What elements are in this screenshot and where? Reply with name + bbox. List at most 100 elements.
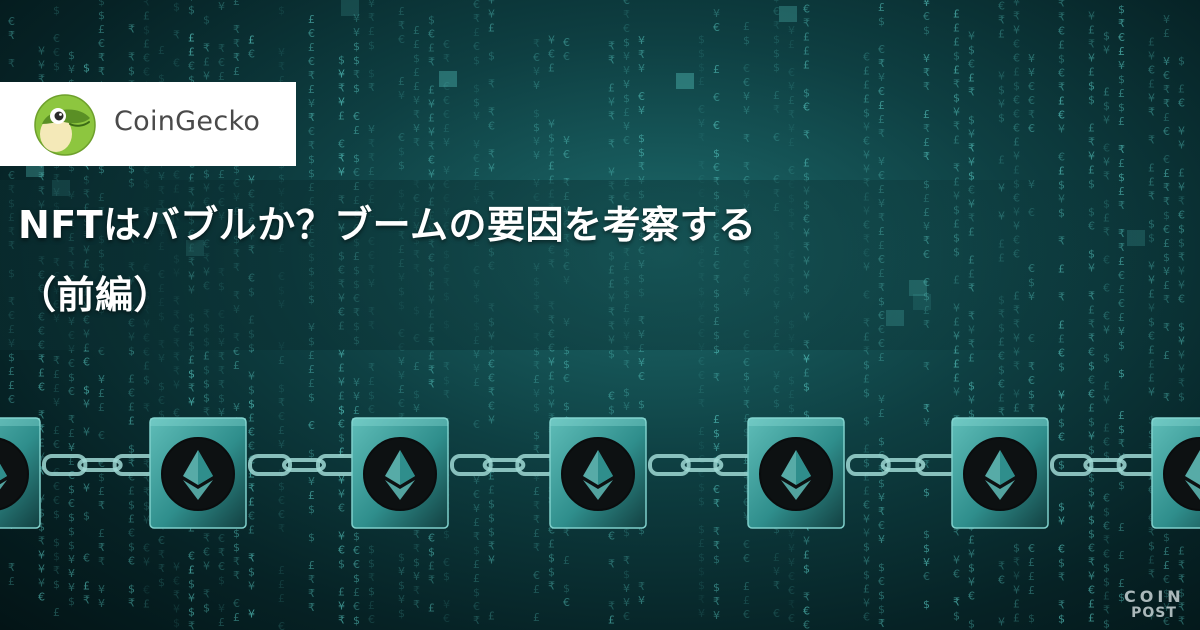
svg-text:$: $ bbox=[1118, 73, 1125, 86]
svg-text:₹: ₹ bbox=[203, 41, 210, 54]
svg-text:£: £ bbox=[83, 579, 90, 592]
svg-text:€: € bbox=[173, 575, 180, 588]
svg-text:₹: ₹ bbox=[953, 595, 960, 608]
svg-text:£: £ bbox=[308, 377, 315, 390]
svg-text:£: £ bbox=[188, 45, 195, 58]
svg-text:$: $ bbox=[68, 595, 75, 608]
svg-text:€: € bbox=[188, 59, 195, 72]
svg-text:₹: ₹ bbox=[428, 364, 435, 377]
svg-text:¥: ¥ bbox=[473, 362, 480, 375]
svg-text:€: € bbox=[473, 600, 480, 613]
svg-text:₹: ₹ bbox=[1028, 360, 1035, 373]
svg-text:¥: ¥ bbox=[878, 71, 885, 84]
svg-text:£: £ bbox=[1118, 549, 1125, 562]
svg-text:₹: ₹ bbox=[173, 351, 180, 364]
svg-text:₹: ₹ bbox=[1058, 11, 1065, 24]
svg-text:¥: ¥ bbox=[623, 582, 630, 595]
svg-text:₹: ₹ bbox=[1148, 134, 1155, 147]
svg-text:₹: ₹ bbox=[623, 554, 630, 567]
svg-text:$: $ bbox=[143, 23, 150, 36]
svg-text:¥: ¥ bbox=[1013, 149, 1020, 162]
svg-text:¥: ¥ bbox=[923, 52, 930, 65]
svg-text:£: £ bbox=[923, 136, 930, 149]
svg-text:$: $ bbox=[968, 379, 975, 392]
svg-text:€: € bbox=[1058, 543, 1065, 556]
coingecko-wordmark: CoinGecko bbox=[114, 106, 261, 137]
svg-text:£: £ bbox=[308, 349, 315, 362]
svg-text:€: € bbox=[428, 154, 435, 167]
svg-text:$: $ bbox=[923, 598, 930, 611]
svg-text:₹: ₹ bbox=[608, 110, 615, 123]
svg-text:£: £ bbox=[803, 548, 810, 561]
svg-text:£: £ bbox=[788, 38, 795, 51]
svg-text:€: € bbox=[968, 57, 975, 70]
svg-text:$: $ bbox=[308, 167, 315, 180]
svg-text:£: £ bbox=[308, 41, 315, 54]
svg-text:$: $ bbox=[923, 24, 930, 37]
gecko-icon bbox=[34, 94, 96, 156]
svg-text:$: $ bbox=[353, 572, 360, 585]
svg-text:¥: ¥ bbox=[803, 352, 810, 365]
coinpost-watermark-line-1: COIN bbox=[1124, 587, 1185, 606]
svg-text:£: £ bbox=[533, 373, 540, 386]
svg-text:₹: ₹ bbox=[533, 359, 540, 372]
svg-text:₹: ₹ bbox=[878, 617, 885, 630]
svg-text:£: £ bbox=[188, 31, 195, 44]
svg-text:£: £ bbox=[143, 37, 150, 50]
svg-text:$: $ bbox=[203, 601, 210, 614]
svg-text:£: £ bbox=[548, 370, 555, 383]
svg-text:£: £ bbox=[878, 351, 885, 364]
svg-text:₹: ₹ bbox=[473, 12, 480, 25]
svg-text:$: $ bbox=[128, 541, 135, 554]
svg-text:€: € bbox=[1103, 141, 1110, 154]
svg-text:₹: ₹ bbox=[218, 364, 225, 377]
svg-text:¥: ¥ bbox=[1118, 59, 1125, 72]
svg-text:$: $ bbox=[53, 4, 60, 17]
svg-text:£: £ bbox=[308, 559, 315, 572]
svg-text:€: € bbox=[953, 567, 960, 580]
svg-text:¥: ¥ bbox=[548, 118, 555, 131]
svg-text:₹: ₹ bbox=[308, 69, 315, 82]
svg-text:$: $ bbox=[713, 581, 720, 594]
svg-text:₹: ₹ bbox=[83, 593, 90, 606]
svg-text:€: € bbox=[1058, 25, 1065, 38]
svg-text:¥: ¥ bbox=[488, 162, 495, 175]
svg-text:£: £ bbox=[278, 0, 285, 3]
svg-text:₹: ₹ bbox=[533, 541, 540, 554]
svg-text:₹: ₹ bbox=[488, 540, 495, 553]
svg-text:$: $ bbox=[1103, 561, 1110, 574]
ethereum-block bbox=[951, 417, 1049, 529]
svg-text:£: £ bbox=[863, 93, 870, 106]
svg-text:¥: ¥ bbox=[998, 70, 1005, 83]
svg-text:€: € bbox=[353, 166, 360, 179]
svg-text:¥: ¥ bbox=[443, 598, 450, 611]
svg-text:₹: ₹ bbox=[1118, 17, 1125, 30]
svg-text:¥: ¥ bbox=[968, 575, 975, 588]
svg-text:$: $ bbox=[53, 550, 60, 563]
svg-text:$: $ bbox=[698, 551, 705, 564]
svg-text:€: € bbox=[428, 28, 435, 41]
svg-text:¥: ¥ bbox=[968, 547, 975, 560]
svg-text:€: € bbox=[473, 152, 480, 165]
svg-text:£: £ bbox=[413, 24, 420, 37]
svg-text:¥: ¥ bbox=[143, 555, 150, 568]
svg-text:¥: ¥ bbox=[533, 387, 540, 400]
svg-text:$: $ bbox=[188, 367, 195, 380]
svg-text:$: $ bbox=[1058, 557, 1065, 570]
svg-text:₹: ₹ bbox=[98, 51, 105, 64]
svg-text:¥: ¥ bbox=[1013, 583, 1020, 596]
svg-text:$: $ bbox=[548, 384, 555, 397]
svg-text:€: € bbox=[308, 27, 315, 40]
svg-text:₹: ₹ bbox=[608, 558, 615, 571]
svg-text:¥: ¥ bbox=[173, 561, 180, 574]
svg-text:₹: ₹ bbox=[698, 159, 705, 172]
svg-text:€: € bbox=[353, 110, 360, 123]
svg-text:$: $ bbox=[398, 159, 405, 172]
svg-text:£: £ bbox=[953, 35, 960, 48]
svg-text:₹: ₹ bbox=[638, 48, 645, 61]
svg-text:£: £ bbox=[1148, 358, 1155, 371]
svg-text:€: € bbox=[1058, 67, 1065, 80]
svg-text:₹: ₹ bbox=[233, 23, 240, 36]
svg-text:₹: ₹ bbox=[1163, 83, 1170, 96]
svg-text:$: $ bbox=[638, 132, 645, 145]
